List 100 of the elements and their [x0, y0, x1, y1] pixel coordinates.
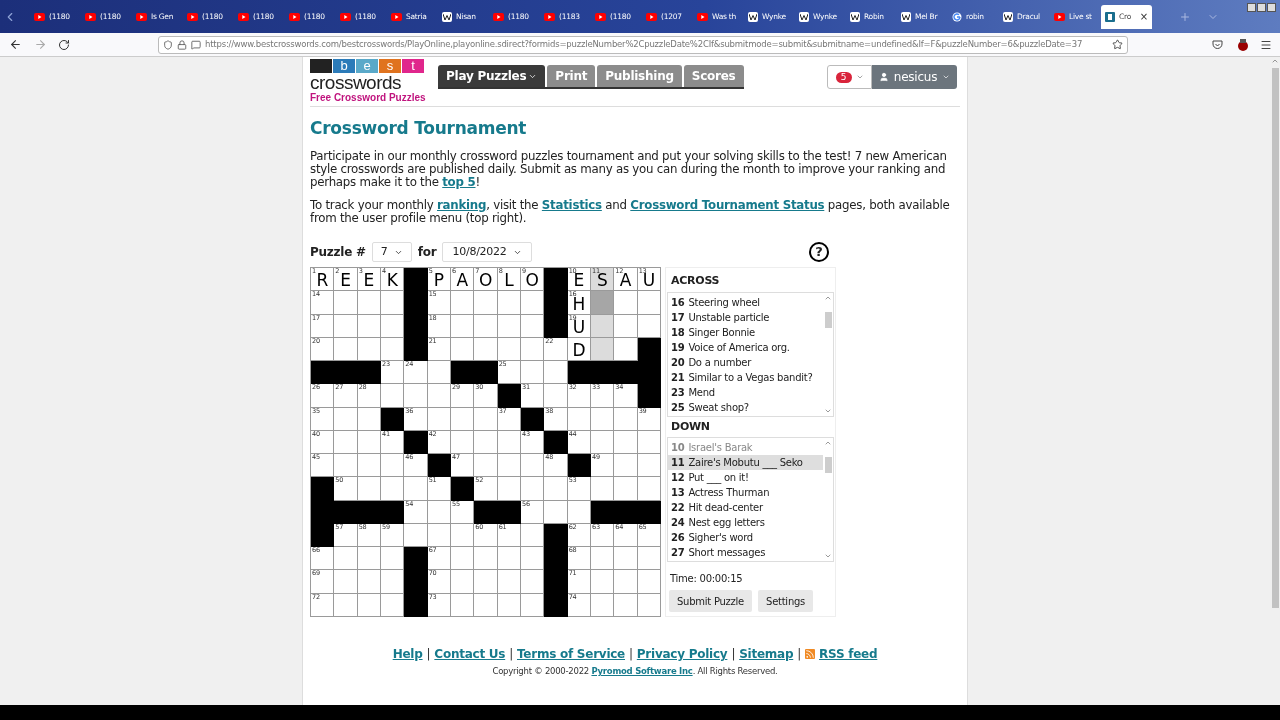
grid-cell[interactable]	[427, 384, 451, 408]
menu-icon[interactable]	[1260, 38, 1272, 51]
grid-cell[interactable]	[334, 291, 358, 315]
grid-cell[interactable]	[451, 523, 475, 548]
grid-cell[interactable]	[521, 570, 545, 594]
clue-item[interactable]: 12 Put ___ on it!	[668, 470, 823, 485]
footer-link[interactable]: Contact Us	[434, 645, 506, 663]
extension-icon[interactable]	[1237, 38, 1249, 51]
bookmark-icon[interactable]	[1112, 39, 1123, 50]
grid-cell[interactable]	[591, 337, 615, 362]
grid-cell[interactable]	[381, 593, 405, 617]
grid-cell[interactable]	[614, 291, 638, 315]
grid-cell[interactable]	[614, 570, 638, 594]
action-button[interactable]: Settings	[758, 590, 814, 612]
clue-item[interactable]: 10 Israel's Barak	[668, 440, 823, 455]
clue-item[interactable]: 16 Steering wheel	[668, 295, 823, 310]
grid-cell[interactable]	[334, 407, 358, 431]
grid-cell[interactable]	[521, 454, 545, 478]
grid-cell[interactable]	[497, 547, 521, 571]
grid-cell[interactable]	[381, 314, 405, 338]
grid-cell[interactable]	[474, 547, 498, 571]
grid-cell[interactable]	[334, 314, 358, 338]
grid-cell[interactable]	[451, 407, 475, 431]
notifications-button[interactable]: 5	[827, 65, 872, 89]
footer-link[interactable]: Help	[392, 645, 423, 663]
grid-cell[interactable]	[404, 384, 428, 408]
grid-cell[interactable]	[381, 337, 405, 362]
close-button[interactable]	[1267, 3, 1276, 12]
grid-cell[interactable]	[614, 407, 638, 431]
scroll-up-icon[interactable]	[824, 439, 832, 447]
site-logo[interactable]: b e s t crosswords Free Crossword Puzzles	[310, 59, 430, 104]
grid-cell[interactable]	[381, 547, 405, 571]
clue-item[interactable]: 20 Do a number	[668, 355, 823, 370]
grid-cell[interactable]	[404, 477, 428, 501]
grid-cell[interactable]	[474, 291, 498, 315]
grid-cell[interactable]	[591, 291, 615, 315]
minimize-button[interactable]	[1247, 3, 1256, 12]
grid-cell[interactable]	[357, 454, 381, 478]
grid-cell[interactable]	[404, 523, 428, 548]
grid-cell[interactable]	[544, 384, 568, 408]
grid-cell[interactable]	[614, 477, 638, 501]
grid-cell[interactable]	[591, 477, 615, 501]
grid-cell[interactable]	[521, 361, 545, 385]
grid-cell[interactable]	[591, 430, 615, 455]
grid-cell[interactable]	[451, 593, 475, 617]
grid-cell[interactable]	[451, 570, 475, 594]
grid-cell[interactable]	[637, 570, 661, 594]
grid-cell[interactable]	[451, 430, 475, 455]
grid-cell[interactable]	[474, 593, 498, 617]
permissions-icon[interactable]	[191, 39, 201, 50]
grid-cell[interactable]	[497, 570, 521, 594]
footer-link[interactable]: Privacy Policy	[636, 645, 728, 663]
grid-cell[interactable]	[334, 547, 358, 571]
grid-cell[interactable]	[614, 430, 638, 455]
footer-link[interactable]: Sitemap	[739, 645, 794, 663]
new-tab-icon[interactable]	[1179, 10, 1191, 23]
grid-cell[interactable]	[357, 477, 381, 501]
scroll-up-icon[interactable]	[824, 294, 832, 302]
footer-link[interactable]: Terms of Service	[517, 645, 625, 663]
grid-cell[interactable]	[451, 291, 475, 315]
grid-cell[interactable]	[451, 547, 475, 571]
nav-tab[interactable]: Play Puzzles	[438, 65, 546, 87]
close-icon[interactable]: ×	[1139, 9, 1148, 24]
grid-cell[interactable]	[544, 477, 568, 501]
scroll-up-icon[interactable]	[1271, 57, 1279, 65]
grid-cell[interactable]	[497, 291, 521, 315]
clue-item[interactable]: 24 Nest egg letters	[668, 515, 823, 530]
help-button[interactable]: ?	[809, 242, 829, 262]
grid-cell[interactable]	[381, 477, 405, 501]
grid-cell[interactable]	[474, 454, 498, 478]
grid-cell[interactable]	[474, 570, 498, 594]
grid-cell[interactable]	[521, 337, 545, 362]
grid-cell[interactable]	[334, 593, 358, 617]
grid-cell[interactable]	[357, 570, 381, 594]
grid-cell[interactable]	[334, 454, 358, 478]
reload-icon[interactable]	[58, 38, 70, 51]
grid-cell[interactable]	[474, 430, 498, 455]
scroll-down-icon[interactable]	[824, 407, 832, 415]
back-icon[interactable]	[9, 38, 22, 51]
text-link[interactable]: Statistics	[541, 198, 602, 212]
grid-cell[interactable]	[614, 593, 638, 617]
grid-cell[interactable]	[591, 314, 615, 338]
grid-cell[interactable]	[381, 570, 405, 594]
grid-cell[interactable]	[614, 454, 638, 478]
grid-cell[interactable]	[591, 547, 615, 571]
grid-cell[interactable]	[521, 477, 545, 501]
clue-item[interactable]: 17 Unstable particle	[668, 310, 823, 325]
grid-cell[interactable]	[381, 454, 405, 478]
grid-cell[interactable]	[637, 291, 661, 315]
grid-cell[interactable]	[614, 547, 638, 571]
pocket-icon[interactable]	[1212, 39, 1223, 50]
grid-cell[interactable]	[637, 547, 661, 571]
grid-cell[interactable]	[334, 337, 358, 362]
grid-cell[interactable]	[497, 454, 521, 478]
grid-cell[interactable]	[451, 314, 475, 338]
grid-cell[interactable]	[334, 430, 358, 455]
clue-item[interactable]: 11 Zaire's Mobutu ___ Seko	[668, 455, 823, 470]
clue-item[interactable]: 26 Sigher's word	[668, 530, 823, 545]
grid-cell[interactable]	[474, 407, 498, 431]
grid-cell[interactable]	[334, 570, 358, 594]
